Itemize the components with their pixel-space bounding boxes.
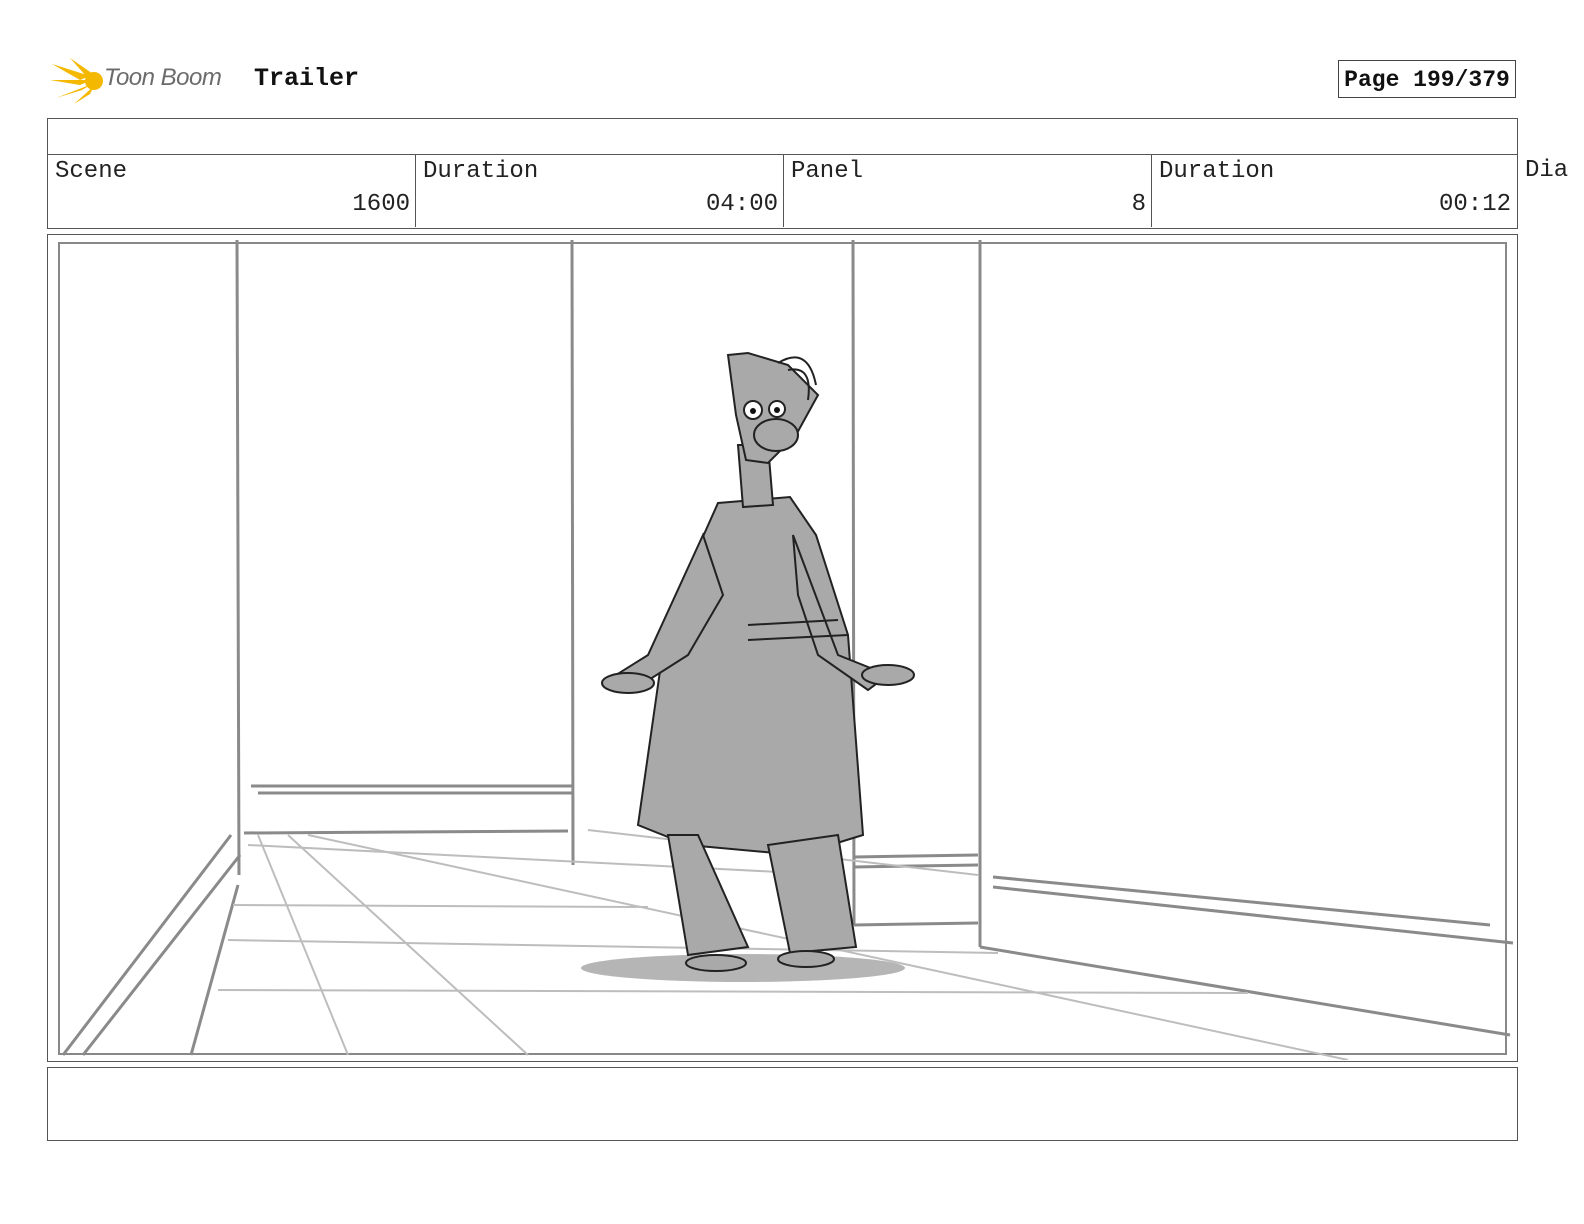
logo-text: Toon Boom [104,64,222,91]
scene-duration-cell: Duration 04:00 [416,155,784,227]
dialogue-label: Dia [1525,157,1569,184]
scene-info-row: Scene 1600 Duration 04:00 Panel 8 Durati… [47,154,1518,229]
storyboard-sketch [58,239,1514,1060]
project-title: Trailer [254,64,360,93]
scene-duration-label: Duration [423,158,539,185]
page-indicator: Page 199/379 [1338,60,1516,98]
panel-duration-value: 00:12 [1438,191,1511,218]
header-bar [47,118,1518,155]
panel-duration-label: Duration [1159,158,1275,185]
dialogue-box [47,1067,1518,1141]
scene-value: 1600 [352,191,410,218]
scene-duration-value: 04:00 [705,191,778,218]
panel-duration-cell: Duration 00:12 [1152,155,1516,227]
panel-label: Panel [791,158,864,185]
scene-cell: Scene 1600 [48,155,416,227]
panel-value: 8 [1131,191,1146,218]
panel-cell: Panel 8 [784,155,1152,227]
scene-label: Scene [55,158,128,185]
